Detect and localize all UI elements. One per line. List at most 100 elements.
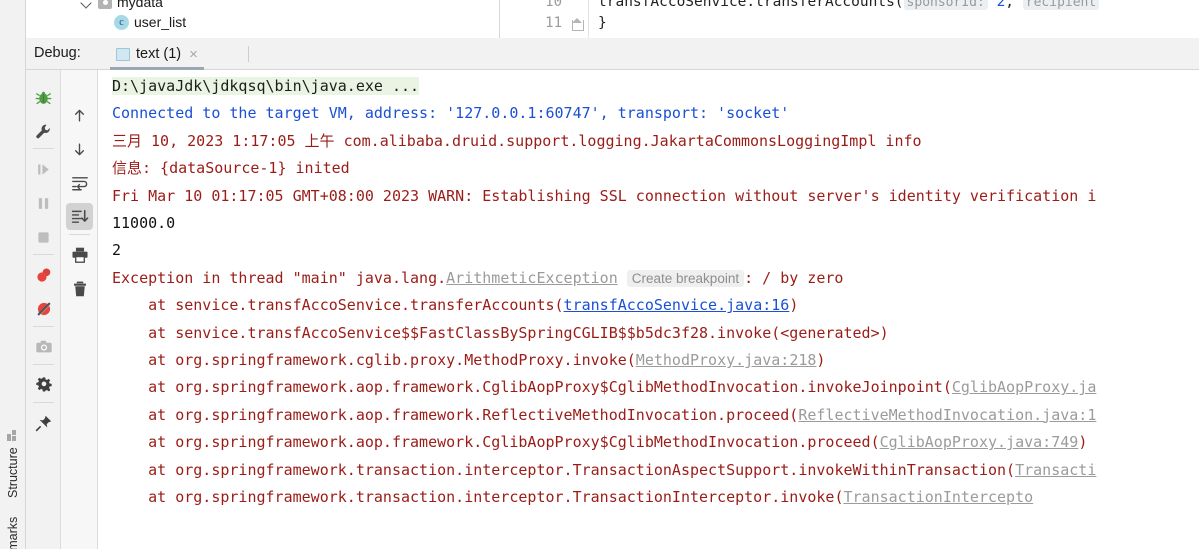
source-file-link[interactable]: CglibAopProxy.ja <box>952 378 1097 396</box>
class-c-icon: c <box>114 14 129 30</box>
header-spacer <box>61 70 98 104</box>
console-line-stack-frame[interactable]: at senvice.transfAccoSenvice.transferAcc… <box>112 296 798 314</box>
line-number: 10 <box>545 0 562 10</box>
tool-window-structure[interactable]: Structure <box>0 388 26 498</box>
console-line-exception[interactable]: Exception in thread "main" java.lang.Ari… <box>112 269 843 288</box>
tool-window-label: okmarks <box>6 516 20 549</box>
debug-bug-icon[interactable] <box>26 80 61 114</box>
console-line-stack-frame[interactable]: at senvice.transfAccoSenvice$$FastClassB… <box>112 324 889 342</box>
code-fold-icon[interactable] <box>572 18 584 31</box>
create-breakpoint-badge[interactable]: Create breakpoint <box>626 269 745 287</box>
settings-gear-icon[interactable] <box>26 368 61 402</box>
param-hint: sponsorId: <box>903 0 988 10</box>
camera-icon[interactable] <box>26 330 61 364</box>
console-text: at senvice.transfAccoSenvice.transferAcc… <box>112 296 564 315</box>
toolbar-divider <box>69 234 90 235</box>
console-line-stack-frame[interactable]: at org.springframework.cglib.proxy.Metho… <box>112 351 825 369</box>
print-icon[interactable] <box>61 238 98 272</box>
gutter-divider <box>588 0 589 38</box>
tool-window-bookmarks[interactable]: okmarks <box>0 494 26 549</box>
numeric-literal: 2 <box>996 0 1006 10</box>
console-text: at org.springframework.transaction.inter… <box>112 460 1016 479</box>
tree-node-user-list[interactable]: c user_list <box>114 14 186 30</box>
run-configuration-icon <box>116 47 130 61</box>
chevron-down-icon[interactable] <box>81 0 94 9</box>
wrench-icon[interactable] <box>26 114 61 148</box>
code-line-11[interactable]: } <box>598 15 607 31</box>
console-line-command[interactable]: D:\javaJdk\jdkqsq\bin\java.exe ... <box>112 77 420 95</box>
debug-actions-toolbar <box>26 70 61 549</box>
source-file-link[interactable]: CglibAopProxy.java:749 <box>880 433 1079 451</box>
console-text: at org.springframework.transaction.inter… <box>112 488 844 506</box>
debug-session-tab-label: text (1) <box>136 46 182 62</box>
param-hint: recipient <box>1022 0 1100 10</box>
debug-tab-bar: Debug: text (1) × <box>26 38 1199 70</box>
console-text: ) <box>789 296 799 315</box>
console-line-stack-frame[interactable]: at org.springframework.aop.framework.Cgl… <box>112 433 1087 451</box>
console-line-stderr[interactable]: Fri Mar 10 01:17:05 GMT+08:00 2023 WARN:… <box>112 187 1096 205</box>
console-text: : / by zero <box>744 268 844 287</box>
toolbar-divider <box>33 254 54 255</box>
code-line-10[interactable]: transfAccoSenvice.transferAccounts(spons… <box>598 0 1100 10</box>
close-icon[interactable]: × <box>189 47 198 62</box>
console-text: at org.springframework.aop.framework.Cgl… <box>112 433 880 452</box>
structure-icon <box>7 430 19 442</box>
console-text: D:\javaJdk\jdkqsq\bin\java.exe ... <box>112 77 420 95</box>
console-line-stdout[interactable]: 2 <box>112 241 121 259</box>
view-breakpoints-icon[interactable] <box>26 258 61 292</box>
console-line-info[interactable]: Connected to the target VM, address: '12… <box>112 104 789 122</box>
editor-gutter: 10 11 <box>500 0 584 38</box>
console-line-stack-frame[interactable]: at org.springframework.aop.framework.Cgl… <box>112 378 1096 396</box>
source-file-link[interactable]: MethodProxy.java:218 <box>636 351 817 369</box>
toolbar-divider <box>33 402 54 403</box>
line-number: 11 <box>545 15 562 31</box>
editor-strip: mydata c user_list 10 11 transfAccoSenvi… <box>0 0 1199 38</box>
idea-debug-window: mydata c user_list 10 11 transfAccoSenvi… <box>0 0 1199 549</box>
stop-icon[interactable] <box>26 220 61 254</box>
exception-class-link[interactable]: ArithmeticException <box>446 269 618 287</box>
console-line-stack-frame[interactable]: at org.springframework.aop.framework.Ref… <box>112 406 1096 424</box>
clear-all-icon[interactable] <box>61 272 98 306</box>
pause-program-icon[interactable] <box>26 186 61 220</box>
console-text: at org.springframework.cglib.proxy.Metho… <box>112 351 636 369</box>
debug-session-tab[interactable]: text (1) × <box>110 38 204 70</box>
console-text: ) <box>816 351 826 369</box>
console-line-stack-frame[interactable]: at org.springframework.transaction.inter… <box>112 461 1096 479</box>
console-text: Exception in thread "main" java.lang. <box>112 268 447 287</box>
scroll-down-icon[interactable] <box>61 132 98 166</box>
tree-node-label: user_list <box>134 14 187 30</box>
tree-node-mydata[interactable]: mydata <box>81 0 163 10</box>
tool-window-label: Structure <box>6 447 20 498</box>
code-text: transfAccoSenvice.transferAccounts( <box>598 0 904 10</box>
code-editor-pane: 10 11 transfAccoSenvice.transferAccounts… <box>500 0 1199 38</box>
console-output[interactable]: D:\javaJdk\jdkqsq\bin\java.exe ... Connec… <box>98 70 1199 549</box>
project-tree-pane: mydata c user_list <box>26 0 500 38</box>
soft-wrap-icon[interactable] <box>61 166 98 200</box>
mute-breakpoints-icon[interactable] <box>26 292 61 326</box>
toolbar-divider <box>33 326 54 327</box>
console-line-stack-frame[interactable]: at org.springframework.transaction.inter… <box>112 488 1033 506</box>
console-text: at org.springframework.aop.framework.Ref… <box>112 405 799 424</box>
code-comma: , <box>1005 0 1015 10</box>
console-actions-toolbar <box>61 70 98 549</box>
console-text: ) <box>1078 433 1088 452</box>
console-line-stdout[interactable]: 11000.0 <box>112 214 175 232</box>
pin-icon[interactable] <box>26 406 61 440</box>
left-tool-window-strip: Structure okmarks <box>0 0 26 549</box>
debug-label: Debug: <box>34 45 81 61</box>
console-line-stderr[interactable]: 信息: {dataSource-1} inited <box>112 159 350 177</box>
source-file-link[interactable]: Transacti <box>1015 461 1096 479</box>
source-file-link[interactable]: TransactionIntercepto <box>844 488 1034 506</box>
database-icon <box>98 0 112 9</box>
console-text: at senvice.transfAccoSenvice$$FastClassB… <box>112 323 889 342</box>
tree-node-label: mydata <box>117 0 163 10</box>
toolbar-divider <box>33 364 54 365</box>
tab-divider <box>248 46 249 62</box>
scroll-to-end-icon[interactable] <box>61 200 98 234</box>
console-text: at org.springframework.aop.framework.Cgl… <box>112 378 952 397</box>
console-line-stderr[interactable]: 三月 10, 2023 1:17:05 上午 com.alibaba.druid… <box>112 132 922 150</box>
resume-program-icon[interactable] <box>26 152 61 186</box>
toolbar-divider <box>33 148 54 149</box>
source-file-link[interactable]: ReflectiveMethodInvocation.java:1 <box>798 406 1096 424</box>
source-file-link[interactable]: transfAccoSenvice.java:16 <box>564 296 790 314</box>
